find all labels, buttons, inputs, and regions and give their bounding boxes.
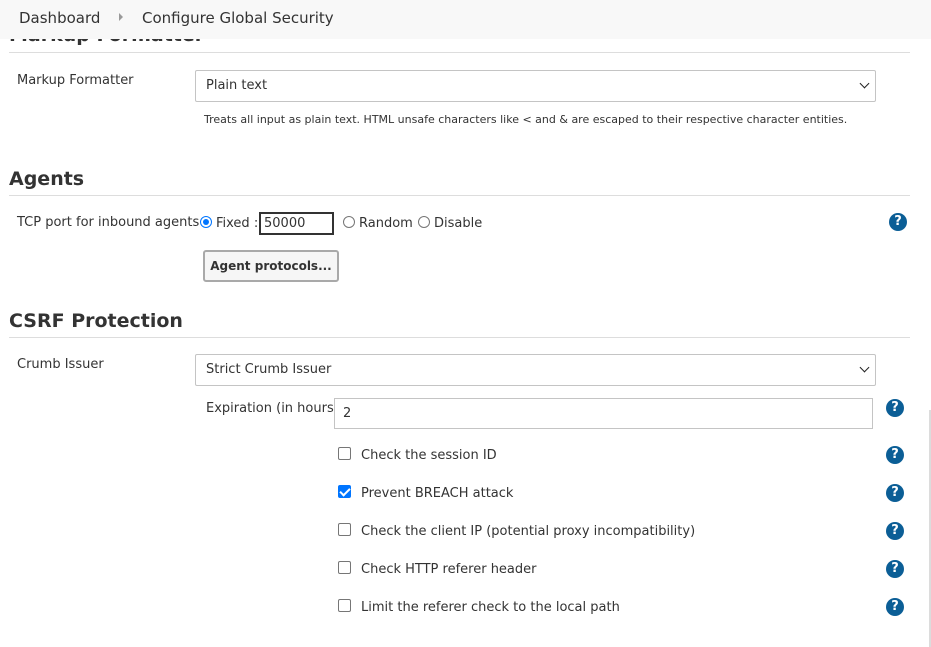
- section-divider: [9, 195, 910, 196]
- help-icon[interactable]: ?: [886, 446, 904, 464]
- checkbox-check-referer[interactable]: [338, 561, 351, 574]
- section-divider: [9, 52, 910, 53]
- chevron-down-icon: [859, 362, 870, 373]
- expiration-input[interactable]: 2: [334, 398, 873, 429]
- chevron-down-icon: [859, 78, 870, 89]
- crumb-issuer-label: Crumb Issuer: [17, 357, 104, 372]
- markup-formatter-value: Plain text: [206, 78, 268, 93]
- checkbox-label[interactable]: Check the client IP (potential proxy inc…: [361, 524, 695, 539]
- breadcrumb-dashboard[interactable]: Dashboard: [19, 9, 100, 27]
- help-icon[interactable]: ?: [889, 213, 907, 231]
- radio-disable[interactable]: [418, 216, 430, 228]
- help-icon[interactable]: ?: [886, 598, 904, 616]
- agent-protocols-button[interactable]: Agent protocols...: [203, 250, 339, 282]
- markup-formatter-label: Markup Formatter: [17, 73, 134, 88]
- expiration-label: Expiration (in hours): [206, 401, 339, 416]
- section-title-agents: Agents: [9, 168, 85, 190]
- checkbox-prevent-breach[interactable]: [338, 485, 351, 498]
- radio-fixed-label[interactable]: Fixed :: [216, 216, 258, 231]
- checkbox-label[interactable]: Check the session ID: [361, 448, 497, 463]
- checkbox-label[interactable]: Prevent BREACH attack: [361, 486, 513, 501]
- checkbox-check-session-id[interactable]: [338, 447, 351, 460]
- crumb-issuer-value: Strict Crumb Issuer: [206, 362, 332, 377]
- section-title-csrf: CSRF Protection: [9, 310, 183, 332]
- checkbox-limit-referer-local[interactable]: [338, 599, 351, 612]
- radio-disable-label[interactable]: Disable: [434, 216, 482, 231]
- help-icon[interactable]: ?: [886, 522, 904, 540]
- fixed-port-input[interactable]: 50000: [259, 212, 334, 235]
- chevron-right-icon: [119, 13, 123, 21]
- breadcrumb: Dashboard Configure Global Security: [0, 0, 931, 39]
- breadcrumb-configure-global-security[interactable]: Configure Global Security: [142, 9, 334, 27]
- radio-fixed[interactable]: [200, 216, 212, 228]
- crumb-issuer-select[interactable]: Strict Crumb Issuer: [195, 354, 876, 386]
- help-icon[interactable]: ?: [886, 560, 904, 578]
- markup-formatter-select[interactable]: Plain text: [195, 70, 876, 102]
- help-icon[interactable]: ?: [886, 399, 904, 417]
- help-icon[interactable]: ?: [886, 484, 904, 502]
- radio-random-label[interactable]: Random: [359, 216, 413, 231]
- section-divider: [9, 337, 910, 338]
- checkbox-label[interactable]: Check HTTP referer header: [361, 562, 537, 577]
- checkbox-check-client-ip[interactable]: [338, 523, 351, 536]
- checkbox-label[interactable]: Limit the referer check to the local pat…: [361, 600, 620, 615]
- radio-random[interactable]: [343, 216, 355, 228]
- markup-formatter-description: Treats all input as plain text. HTML uns…: [204, 113, 848, 126]
- tcp-port-label: TCP port for inbound agents: [17, 215, 200, 230]
